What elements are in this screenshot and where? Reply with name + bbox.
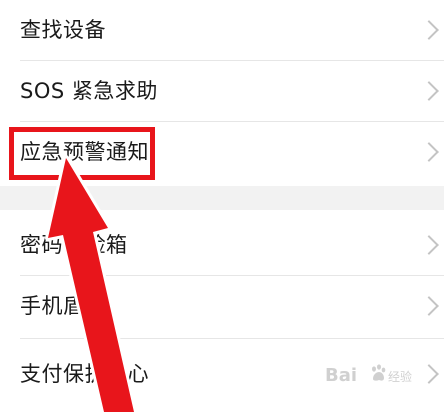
chevron-right-icon	[419, 20, 439, 40]
settings-item-label: 查找设备	[20, 18, 106, 42]
settings-item-sos[interactable]: SOS 紧急求助	[0, 61, 444, 121]
chevron-right-icon	[419, 296, 439, 316]
settings-group-1: 查找设备 SOS 紧急求助 应急预警通知	[0, 0, 444, 186]
chevron-right-icon	[419, 235, 439, 255]
settings-group-2: 密码保险箱 手机盾 支付保护中心	[0, 210, 444, 412]
settings-item-label: 密码保险箱	[20, 233, 128, 257]
settings-item-label: SOS 紧急求助	[20, 79, 158, 103]
settings-item-label: 手机盾	[20, 294, 85, 318]
settings-item-phone-shield[interactable]: 手机盾	[0, 276, 444, 336]
chevron-right-icon	[419, 81, 439, 101]
settings-item-payment-protection[interactable]: 支付保护中心	[0, 344, 444, 404]
settings-item-find-device[interactable]: 查找设备	[0, 0, 444, 60]
settings-item-label: 应急预警通知	[20, 140, 149, 164]
divider	[20, 338, 444, 339]
settings-item-emergency-alerts[interactable]: 应急预警通知	[0, 122, 444, 182]
settings-item-label: 支付保护中心	[20, 362, 149, 386]
chevron-right-icon	[419, 142, 439, 162]
settings-item-password-vault[interactable]: 密码保险箱	[0, 215, 444, 275]
chevron-right-icon	[419, 364, 439, 384]
